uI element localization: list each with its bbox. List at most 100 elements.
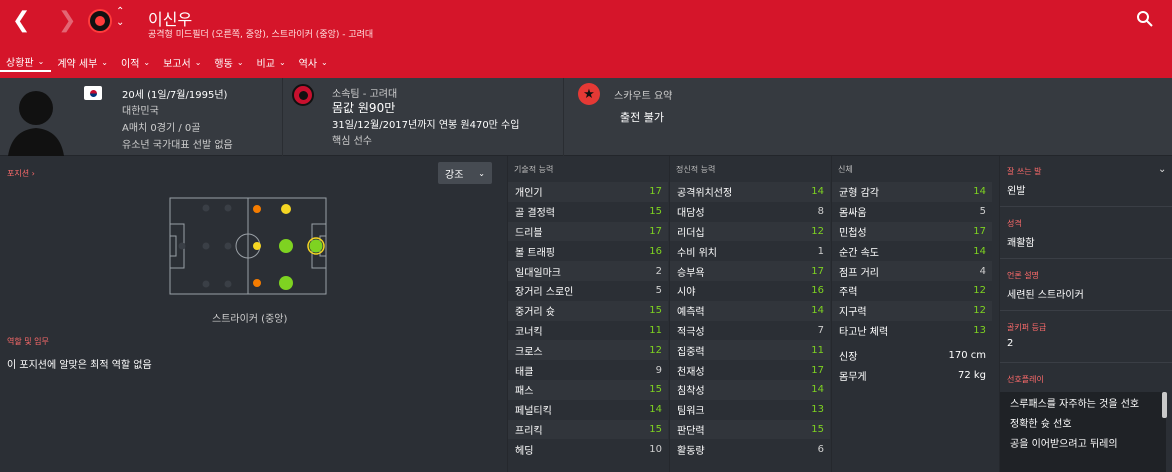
attribute-name: 천재성: [677, 366, 705, 378]
preferred-foot: 왼발: [1007, 186, 1026, 197]
physical-title: 신체: [838, 165, 853, 174]
traits-scrollbar[interactable]: [1162, 392, 1167, 418]
attribute-name: 승부욕: [677, 267, 705, 279]
attribute-value: 17: [973, 225, 986, 237]
attribute-row[interactable]: 승부욕 17: [670, 261, 830, 281]
attribute-row[interactable]: 집중력 11: [670, 340, 830, 361]
attribute-row[interactable]: 침착성 14: [670, 379, 830, 400]
club-badge-icon[interactable]: [88, 9, 112, 33]
attribute-row[interactable]: 예측력 14: [670, 300, 830, 321]
player-details-panel: ⌄ 잘 쓰는 발 왼발 성격 쾌활함 언론 설명 세련된 스트라이커 골키퍼 등…: [1000, 156, 1172, 472]
attribute-row[interactable]: 패스 15: [508, 379, 668, 400]
attribute-row[interactable]: 민첩성 17: [832, 221, 992, 242]
attribute-row[interactable]: 볼 트래핑 16: [508, 241, 668, 261]
attribute-row[interactable]: 점프 거리 4: [832, 261, 992, 281]
attribute-row[interactable]: 태클 9: [508, 360, 668, 380]
attribute-name: 대담성: [677, 208, 705, 220]
attribute-row[interactable]: 리더십 12: [670, 221, 830, 242]
attribute-row[interactable]: 대담성 8: [670, 202, 830, 222]
chevron-down-icon: ⌄: [236, 57, 244, 67]
menu-tab-label: 행동: [214, 58, 233, 70]
attribute-row[interactable]: 페널티킥 14: [508, 400, 668, 420]
attribute-row[interactable]: 골 결정력 15: [508, 202, 668, 222]
attribute-row[interactable]: 공격위치선정 14: [670, 182, 830, 202]
attribute-row[interactable]: 적극성 7: [670, 321, 830, 341]
attribute-value: 15: [649, 206, 662, 218]
menu-tab[interactable]: 상황판 ⌄: [0, 52, 52, 72]
attribute-row[interactable]: 주력 12: [832, 281, 992, 301]
attribute-row[interactable]: 크로스 12: [508, 340, 668, 361]
player-switch-icon[interactable]: ⌃ ⌄: [116, 6, 124, 28]
mental-attributes: 정신적 능력 공격위치선정 14 대담성 8 리더십 12 수비 위치 1 승부욕 17 시야 16 예…: [670, 164, 830, 459]
position-title[interactable]: 포지션 ›: [7, 168, 35, 179]
attribute-row[interactable]: 개인기 17: [508, 182, 668, 202]
emphasis-dropdown[interactable]: 강조 ⌄: [438, 162, 492, 184]
role-title: 역할 및 임무: [7, 337, 49, 346]
info-divider: [282, 78, 283, 156]
menu-tab-label: 비교: [256, 58, 275, 70]
menu-tab[interactable]: 보고서 ⌄: [157, 52, 208, 72]
attribute-value: 14: [811, 305, 824, 317]
attribute-row[interactable]: 코너킥 11: [508, 321, 668, 341]
attribute-value: 17: [811, 364, 824, 376]
attribute-row[interactable]: 일대일마크 2: [508, 261, 668, 281]
attribute-row[interactable]: 시야 16: [670, 281, 830, 301]
attribute-row[interactable]: 팀워크 13: [670, 400, 830, 420]
attribute-row[interactable]: 드리블 17: [508, 221, 668, 242]
attribute-row[interactable]: 타고난 체력 13: [832, 321, 992, 341]
attribute-value: 13: [973, 324, 986, 336]
attribute-name: 적극성: [677, 326, 705, 338]
attribute-value: 1: [817, 245, 824, 257]
menu-tab[interactable]: 행동 ⌄: [208, 52, 250, 72]
attribute-value: 14: [649, 404, 662, 416]
info-divider: [563, 78, 564, 156]
player-traits-list[interactable]: 스루패스를 자주하는 것을 선호 정확한 슛 선호 공을 이어받으려고 뒤레의: [1000, 392, 1166, 472]
menu-tab[interactable]: 역사 ⌄: [293, 52, 335, 72]
attribute-row[interactable]: 활동량 6: [670, 439, 830, 459]
attribute-row[interactable]: 수비 위치 1: [670, 241, 830, 261]
attribute-row[interactable]: 프리킥 15: [508, 419, 668, 440]
attribute-value: 16: [649, 245, 662, 257]
trait-item[interactable]: 공을 이어받으려고 뒤레의: [1000, 432, 1166, 452]
attribute-row[interactable]: 균형 감각 14: [832, 182, 992, 202]
forward-arrow-icon[interactable]: ❯: [58, 8, 76, 33]
nationality[interactable]: 대한민국: [122, 102, 159, 117]
attribute-name: 시야: [677, 287, 696, 299]
attribute-row[interactable]: 천재성 17: [670, 360, 830, 380]
attribute-row[interactable]: 헤딩 10: [508, 439, 668, 459]
search-icon[interactable]: [1136, 10, 1154, 28]
position-dot: [253, 279, 261, 287]
attribute-value: 10: [649, 443, 662, 455]
attribute-row[interactable]: 중거리 슛 15: [508, 300, 668, 321]
top-bar: ❮ ❯ ⌃ ⌄ 이신우 공격형 미드필더 (오른쪽, 중앙), 스트라이커 (중앙…: [0, 0, 1172, 78]
attribute-row[interactable]: 장거리 스로인 5: [508, 281, 668, 301]
technical-attributes: 기술적 능력 개인기 17 골 결정력 15 드리블 17 볼 트래핑 16 일대일마크 2 장거리…: [508, 164, 668, 459]
attribute-name: 볼 트래핑: [515, 247, 555, 259]
chevron-down-icon: ⌄: [478, 168, 485, 178]
attribute-value: 14: [811, 186, 824, 198]
position-dot: [281, 204, 291, 214]
menu-tab[interactable]: 비교 ⌄: [251, 52, 293, 72]
preferred-foot-title: 잘 쓰는 발: [1007, 167, 1042, 176]
trait-item[interactable]: 정확한 슛 선호: [1000, 412, 1166, 432]
attribute-value: 14: [973, 186, 986, 198]
menu-tab[interactable]: 계약 세부 ⌄: [51, 52, 115, 72]
position-pitch: [169, 197, 327, 295]
player-silhouette: [8, 91, 64, 156]
personality: 쾌활함: [1007, 238, 1035, 249]
position-dot: [253, 205, 261, 213]
attribute-row[interactable]: 몸싸움 5: [832, 202, 992, 222]
menu-tab[interactable]: 이적 ⌄: [115, 52, 157, 72]
club-badge-icon[interactable]: [292, 84, 314, 106]
position-dot: [279, 276, 293, 290]
club-name[interactable]: 소속팀 - 고려대: [332, 85, 397, 100]
attribute-row[interactable]: 판단력 15: [670, 419, 830, 440]
attribute-name: 균형 감각: [839, 188, 879, 200]
international-caps: A매치 0경기 / 0골: [122, 123, 201, 134]
collapse-icon[interactable]: ⌄: [1158, 164, 1166, 175]
trait-item[interactable]: 스루패스를 자주하는 것을 선호: [1000, 392, 1166, 412]
attribute-row[interactable]: 지구력 12: [832, 300, 992, 321]
attribute-name: 민첩성: [839, 227, 867, 239]
attribute-row[interactable]: 순간 속도 14: [832, 241, 992, 261]
back-arrow-icon[interactable]: ❮: [12, 8, 30, 33]
